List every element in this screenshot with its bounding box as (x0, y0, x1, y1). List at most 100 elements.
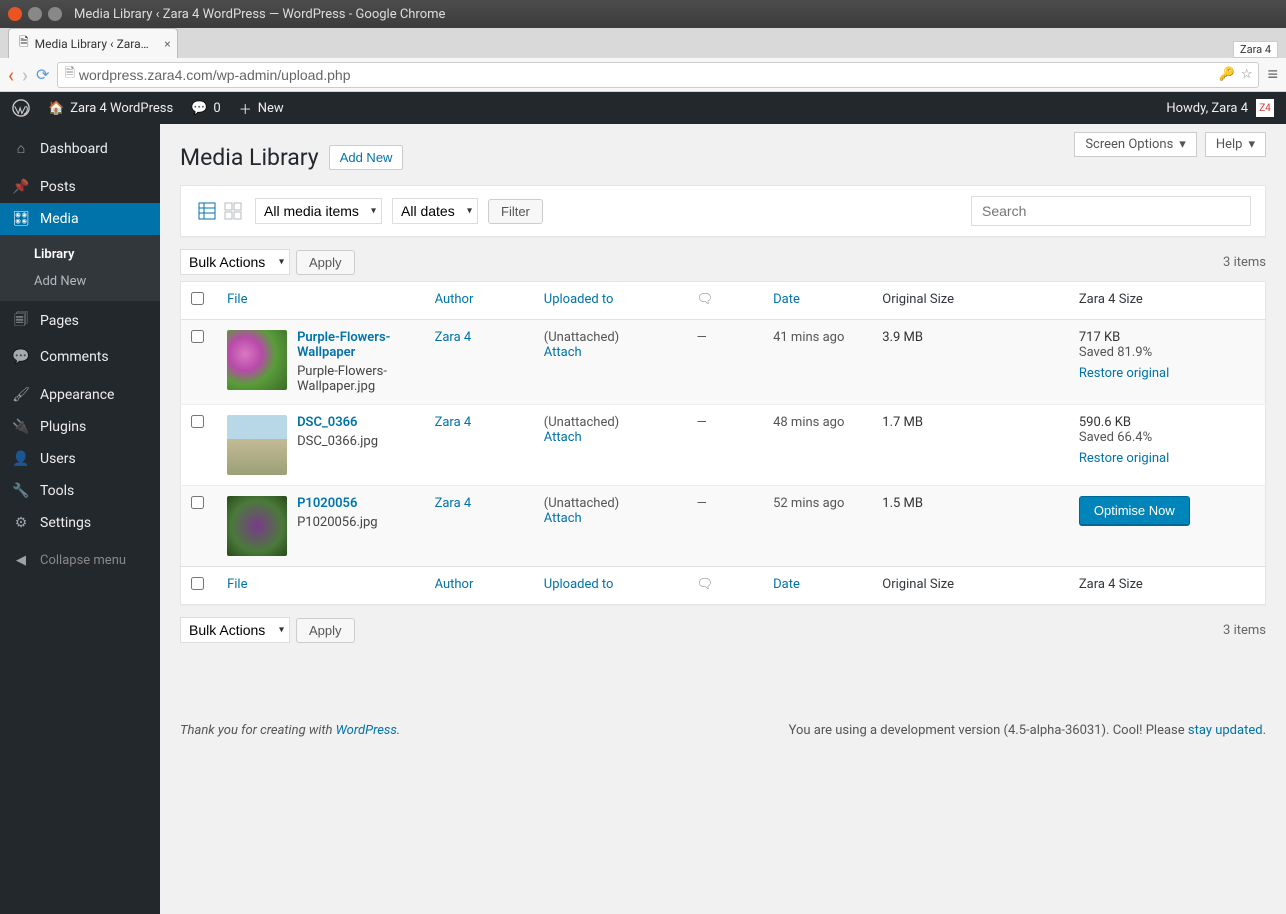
menu-settings[interactable]: ⚙Settings (0, 507, 160, 539)
url-bar[interactable]: 🗎 🔑 ☆ (57, 62, 1259, 88)
optimise-now-button[interactable]: Optimise Now (1079, 496, 1190, 525)
wp-logo[interactable] (12, 99, 30, 117)
search-input[interactable] (971, 196, 1251, 226)
media-thumbnail[interactable] (227, 415, 287, 475)
date-cell: 48 mins ago (763, 405, 872, 486)
extension-badge[interactable]: Zara 4 (1233, 41, 1278, 58)
attach-link[interactable]: Attach (544, 430, 582, 445)
menu-posts[interactable]: 📌Posts (0, 171, 160, 203)
brush-icon: 🖌 (12, 387, 30, 403)
url-input[interactable] (79, 67, 1219, 83)
filter-button[interactable]: Filter (488, 199, 543, 224)
author-link[interactable]: Zara 4 (435, 415, 472, 430)
select-all-checkbox-bottom[interactable] (191, 577, 204, 590)
col-uploaded-to[interactable]: Uploaded to (544, 577, 614, 592)
col-date[interactable]: Date (773, 577, 800, 592)
menu-label: Plugins (40, 419, 86, 435)
submenu-add-new[interactable]: Add New (0, 268, 160, 295)
help-button[interactable]: Help▾ (1205, 132, 1266, 157)
apply-button[interactable]: Apply (296, 250, 355, 275)
chevron-down-icon: ▾ (1179, 137, 1186, 152)
admin-menu: ⌂Dashboard 📌Posts 🎛 Media Library Add New… (0, 124, 160, 914)
restore-original-link[interactable]: Restore original (1079, 366, 1169, 381)
col-author[interactable]: Author (435, 577, 474, 592)
add-new-button[interactable]: Add New (329, 145, 404, 170)
chevron-down-icon: ▾ (1248, 137, 1255, 152)
menu-plugins[interactable]: 🔌 Plugins (0, 411, 160, 443)
menu-pages[interactable]: 🗐 Pages (0, 301, 160, 341)
menu-label: Collapse menu (40, 553, 126, 568)
browser-tab[interactable]: 🗎 Media Library ‹ Zara… × (8, 28, 178, 58)
menu-appearance[interactable]: 🖌Appearance (0, 379, 160, 411)
menu-comments[interactable]: 💬Comments (0, 341, 160, 373)
menu-label: Pages (40, 313, 79, 329)
grid-view-button[interactable] (221, 199, 245, 223)
footer-stay-updated-link[interactable]: stay updated (1188, 723, 1263, 738)
media-type-filter[interactable]: All media items (255, 198, 382, 224)
window-close-button[interactable] (8, 7, 22, 21)
author-link[interactable]: Zara 4 (435, 496, 472, 511)
col-author[interactable]: Author (435, 292, 474, 307)
col-uploaded-to[interactable]: Uploaded to (544, 292, 614, 307)
menu-users[interactable]: 👤Users (0, 443, 160, 475)
row-checkbox[interactable] (191, 415, 204, 428)
wrench-icon: 🔧 (12, 483, 30, 499)
browser-menu-icon[interactable]: ≡ (1267, 64, 1278, 85)
back-button[interactable]: ‹ (8, 63, 14, 87)
date-filter[interactable]: All dates (392, 198, 478, 224)
attach-link[interactable]: Attach (544, 345, 582, 360)
attach-link[interactable]: Attach (544, 511, 582, 526)
media-thumbnail[interactable] (227, 330, 287, 390)
bookmark-star-icon[interactable]: ☆ (1241, 67, 1253, 82)
original-size-cell: 1.5 MB (872, 486, 1069, 567)
site-name-link[interactable]: 🏠 Zara 4 WordPress (48, 101, 173, 116)
menu-media[interactable]: 🎛 Media (0, 203, 160, 235)
zara-saved: Saved 81.9% (1079, 345, 1255, 360)
original-size-cell: 3.9 MB (872, 320, 1069, 405)
reload-button[interactable]: ⟳ (36, 65, 49, 84)
col-file[interactable]: File (227, 577, 247, 592)
screen-options-button[interactable]: Screen Options▾ (1074, 132, 1197, 157)
select-all-checkbox[interactable] (191, 292, 204, 305)
col-date[interactable]: Date (773, 292, 800, 307)
menu-dashboard[interactable]: ⌂Dashboard (0, 132, 160, 165)
menu-label: Media (40, 211, 79, 227)
restore-original-link[interactable]: Restore original (1079, 451, 1169, 466)
table-row: Purple-Flowers-Wallpaper Purple-Flowers-… (181, 320, 1266, 405)
window-maximize-button[interactable] (48, 7, 62, 21)
tab-close-icon[interactable]: × (164, 37, 170, 51)
howdy-text[interactable]: Howdy, Zara 4 (1166, 101, 1248, 116)
bulk-actions-select-bottom[interactable]: Bulk Actions (180, 617, 290, 643)
items-count-bottom: 3 items (1223, 623, 1266, 638)
bulk-actions-select[interactable]: Bulk Actions (180, 249, 290, 275)
footer-wordpress-link[interactable]: WordPress (336, 723, 397, 738)
col-file[interactable]: File (227, 292, 247, 307)
submenu-library[interactable]: Library (0, 241, 160, 268)
list-view-button[interactable] (195, 199, 219, 223)
media-thumbnail[interactable] (227, 496, 287, 556)
author-link[interactable]: Zara 4 (435, 330, 472, 345)
pages-icon: 🗐 (12, 309, 30, 333)
apply-button-bottom[interactable]: Apply (296, 618, 355, 643)
plug-icon: 🔌 (12, 419, 30, 435)
browser-toolbar: ‹ › ⟳ 🗎 🔑 ☆ ≡ (0, 58, 1286, 92)
comment-count: 0 (213, 101, 220, 116)
forward-button[interactable]: › (22, 63, 28, 87)
window-minimize-button[interactable] (28, 7, 42, 21)
media-icon: 🎛 (12, 211, 30, 227)
dashboard-icon: ⌂ (12, 140, 30, 157)
unattached-label: (Unattached) (544, 415, 677, 430)
comments-cell: — (687, 486, 763, 567)
new-content-link[interactable]: ＋ New (239, 99, 284, 118)
tab-title: Media Library ‹ Zara… (35, 37, 149, 51)
menu-tools[interactable]: 🔧Tools (0, 475, 160, 507)
row-checkbox[interactable] (191, 330, 204, 343)
passwords-icon[interactable]: 🔑 (1219, 67, 1235, 82)
window-title: Media Library ‹ Zara 4 WordPress — WordP… (74, 7, 445, 22)
row-checkbox[interactable] (191, 496, 204, 509)
comment-icon: 🗨 (697, 292, 714, 307)
avatar[interactable]: Z4 (1256, 99, 1274, 117)
collapse-menu[interactable]: ◀Collapse menu (0, 545, 160, 576)
comments-link[interactable]: 💬 0 (191, 101, 221, 116)
site-name: Zara 4 WordPress (70, 101, 173, 116)
